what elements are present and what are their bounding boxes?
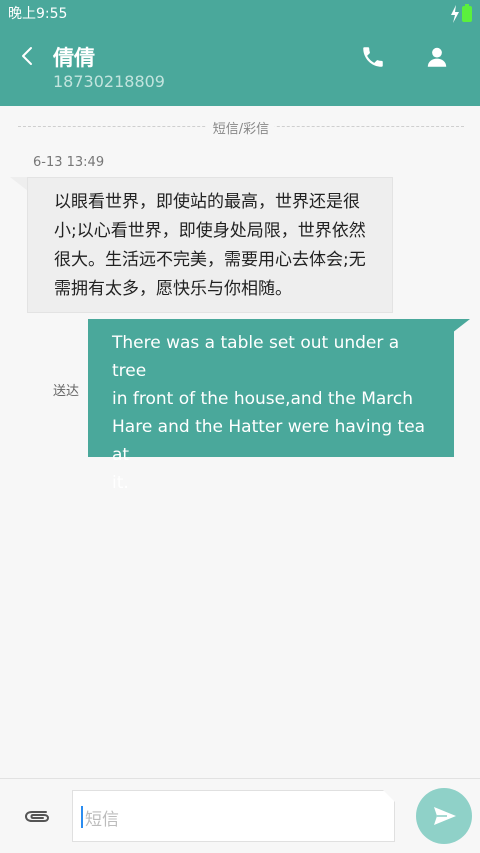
message-input-placeholder: 短信 <box>85 810 119 830</box>
status-time: 晚上9:55 <box>8 6 68 22</box>
conversation-header: 倩倩 18730218809 <box>0 28 480 106</box>
send-button[interactable] <box>416 788 472 844</box>
message-line: There was a table set out under a tree <box>112 333 400 381</box>
contact-number: 18730218809 <box>53 72 165 91</box>
message-line: 以眼看世界，即使站的最高，世界还是很 <box>54 192 360 212</box>
paperclip-icon[interactable] <box>22 806 52 826</box>
text-cursor <box>81 806 83 828</box>
message-line: 需拥有太多，愿快乐与你相随。 <box>54 279 292 299</box>
message-line: 小;以心看世界，即使身处局限，世界依然 <box>54 221 366 241</box>
compose-bar: 短信 <box>0 778 480 853</box>
divider-label: 短信/彩信 <box>206 118 276 137</box>
incoming-bubble-tail <box>10 177 28 191</box>
incoming-message-bubble[interactable]: 以眼看世界，即使站的最高，世界还是很 小;以心看世界，即使身处局限，世界依然 很… <box>27 177 393 313</box>
outgoing-bubble-tail <box>452 319 470 333</box>
person-icon[interactable] <box>424 44 450 70</box>
message-input[interactable]: 短信 <box>72 790 395 842</box>
contact-name: 倩倩 <box>53 46 95 70</box>
message-line: 很大。生活远不完美，需要用心去体会;无 <box>54 250 366 270</box>
status-bar: 晚上9:55 <box>0 0 480 28</box>
outgoing-message-bubble[interactable]: There was a table set out under a tree i… <box>88 319 454 493</box>
battery-icon <box>462 4 472 22</box>
bolt-icon <box>451 5 459 23</box>
input-corner <box>383 790 395 802</box>
send-icon <box>434 807 456 825</box>
message-line: it. <box>112 473 129 493</box>
message-line: in front of the house,and the March <box>112 389 414 409</box>
message-line: Hare and the Hatter were having tea at <box>112 417 426 465</box>
message-timestamp: 6-13 13:49 <box>33 155 105 170</box>
message-type-divider: 短信/彩信 <box>18 116 464 137</box>
delivery-status: 送达 <box>53 384 80 399</box>
phone-icon[interactable] <box>360 44 386 70</box>
back-icon[interactable] <box>14 42 42 70</box>
